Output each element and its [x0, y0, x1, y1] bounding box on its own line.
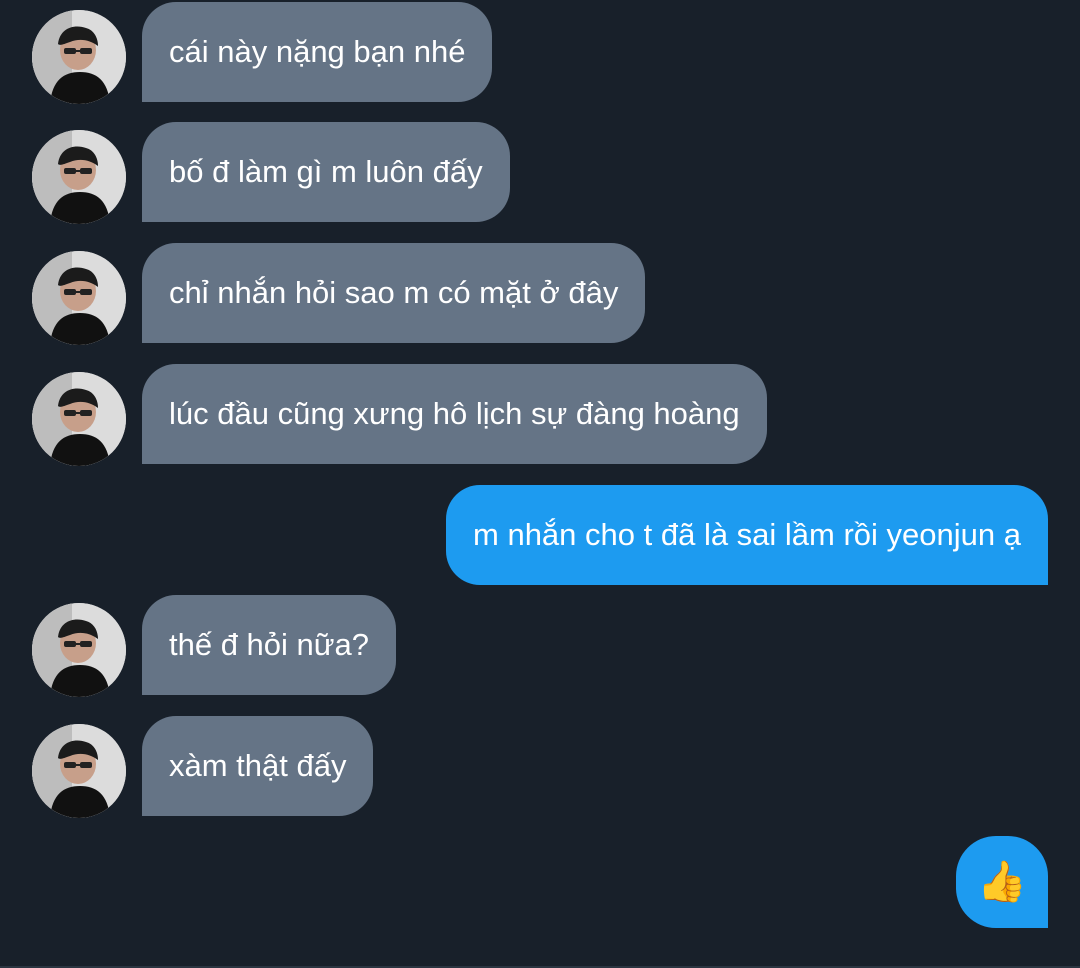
avatar-image — [32, 10, 126, 104]
message-bubble-outgoing-reaction[interactable]: 👍 — [956, 836, 1048, 928]
message-row-outgoing: m nhắn cho t đã là sai lầm rồi yeonjun ạ — [0, 485, 1080, 585]
avatar-image — [32, 372, 126, 466]
message-row-incoming: thế đ hỏi nữa? — [0, 595, 1080, 697]
avatar-image — [32, 603, 126, 697]
thumbs-up-icon: 👍 — [977, 860, 1027, 904]
avatar-image — [32, 251, 126, 345]
avatar[interactable] — [32, 130, 126, 224]
message-text: m nhắn cho t đã là sai lầm rồi yeonjun ạ — [473, 517, 1021, 552]
message-bubble-incoming[interactable]: cái này nặng bạn nhé — [142, 2, 493, 102]
message-row-incoming: cái này nặng bạn nhé — [0, 2, 1080, 104]
avatar[interactable] — [32, 10, 126, 104]
avatar-image — [32, 724, 126, 818]
avatar[interactable] — [32, 603, 126, 697]
message-text: thế đ hỏi nữa? — [169, 627, 370, 662]
avatar[interactable] — [32, 251, 126, 345]
message-text: chỉ nhắn hỏi sao m có mặt ở đây — [169, 275, 619, 310]
message-row-incoming: chỉ nhắn hỏi sao m có mặt ở đây — [0, 243, 1080, 345]
avatar[interactable] — [32, 372, 126, 466]
avatar-image — [32, 130, 126, 224]
message-text: cái này nặng bạn nhé — [169, 34, 466, 69]
message-text: lúc đầu cũng xưng hô lịch sự đàng hoàng — [169, 396, 740, 431]
message-row-incoming: xàm thật đấy — [0, 716, 1080, 818]
message-bubble-outgoing[interactable]: m nhắn cho t đã là sai lầm rồi yeonjun ạ — [446, 485, 1048, 585]
message-row-incoming: bố đ làm gì m luôn đấy — [0, 122, 1080, 224]
avatar[interactable] — [32, 724, 126, 818]
message-text: bố đ làm gì m luôn đấy — [169, 154, 483, 189]
message-bubble-incoming[interactable]: chỉ nhắn hỏi sao m có mặt ở đây — [142, 243, 646, 343]
message-row-incoming: lúc đầu cũng xưng hô lịch sự đàng hoàng — [0, 364, 1080, 466]
message-bubble-incoming[interactable]: lúc đầu cũng xưng hô lịch sự đàng hoàng — [142, 364, 767, 464]
chat-thread: cái này nặng bạn nhé bố đ làm gì m luôn … — [0, 0, 1080, 968]
message-text: xàm thật đấy — [169, 748, 347, 783]
message-bubble-incoming[interactable]: xàm thật đấy — [142, 716, 374, 816]
message-bubble-incoming[interactable]: bố đ làm gì m luôn đấy — [142, 122, 510, 222]
message-bubble-incoming[interactable]: thế đ hỏi nữa? — [142, 595, 397, 695]
